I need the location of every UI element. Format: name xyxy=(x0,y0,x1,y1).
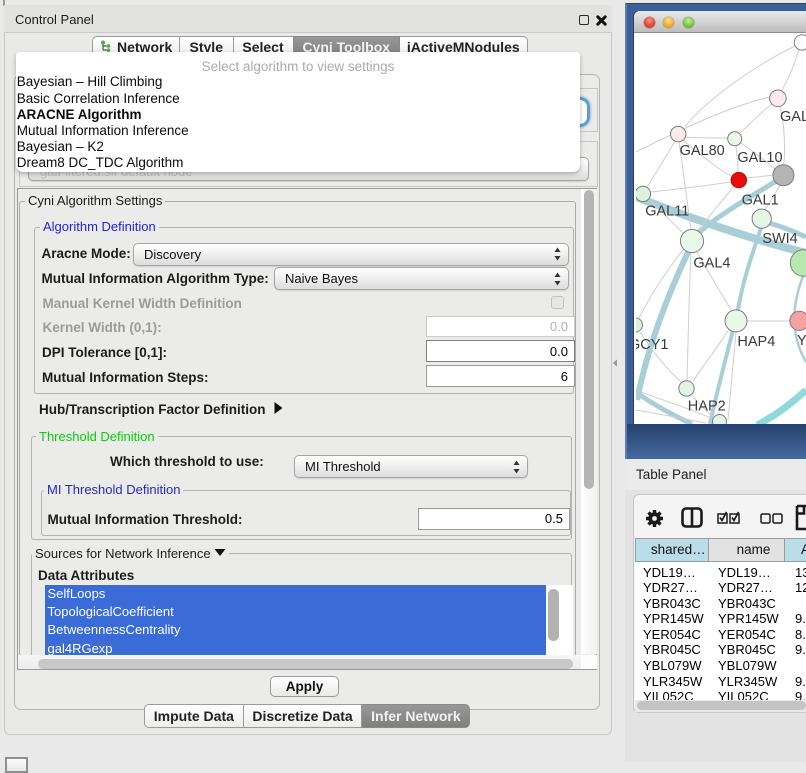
svg-text:HAP2: HAP2 xyxy=(688,399,726,415)
svg-text:HAP4: HAP4 xyxy=(737,334,775,350)
svg-text:GCY1: GCY1 xyxy=(636,337,669,353)
svg-text:GAL7: GAL7 xyxy=(780,109,806,125)
svg-text:GAL11: GAL11 xyxy=(645,204,689,220)
svg-text:GAL1: GAL1 xyxy=(742,193,779,209)
svg-text:GAL10: GAL10 xyxy=(737,150,782,166)
svg-text:YD: YD xyxy=(797,333,806,349)
svg-text:GAL4: GAL4 xyxy=(693,256,730,272)
svg-text:GAL80: GAL80 xyxy=(680,143,725,159)
svg-text:SWI4: SWI4 xyxy=(762,231,797,247)
